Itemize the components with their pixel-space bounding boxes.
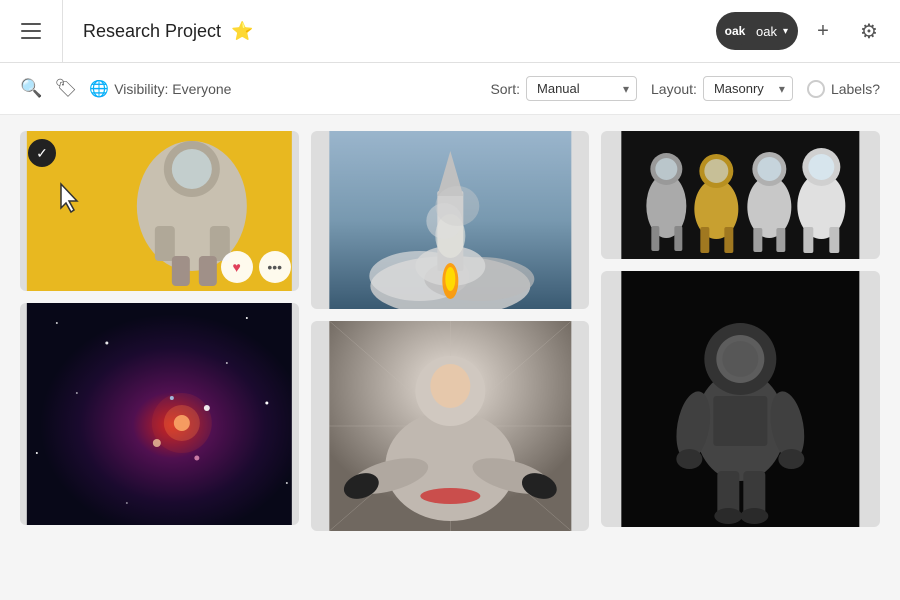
layout-area: Layout: Masonry Grid List — [651, 76, 793, 101]
labels-toggle-area[interactable]: Labels? — [807, 80, 880, 98]
menu-button[interactable] — [0, 0, 63, 63]
sort-label: Sort: — [490, 81, 520, 97]
layout-dropdown-wrapper: Masonry Grid List — [703, 76, 793, 101]
layout-dropdown[interactable]: Masonry Grid List — [703, 76, 793, 101]
settings-button[interactable]: ⚙ — [848, 10, 890, 52]
tag-icon[interactable]: 🏷 — [54, 78, 77, 99]
user-avatar-button[interactable]: oak oak ▾ — [716, 12, 798, 50]
avatar: oak — [720, 16, 750, 46]
toolbar-left: 🔍 🏷 🌐 Visibility: Everyone — [20, 78, 478, 99]
image-card-nebula[interactable] — [20, 303, 299, 525]
chevron-down-icon: ▾ — [783, 26, 788, 37]
masonry-col-1 — [311, 131, 590, 584]
star-icon[interactable]: ⭐ — [231, 21, 253, 42]
header: Research Project ⭐ oak oak ▾ + ⚙ — [0, 0, 900, 63]
project-title: Research Project — [83, 21, 221, 42]
sort-dropdown-wrapper: Manual Date Added Alphabetical — [526, 76, 637, 101]
masonry-col-0: ✓ ♥ ••• — [20, 131, 299, 584]
toolbar-right: Sort: Manual Date Added Alphabetical Lay… — [490, 76, 880, 101]
image-card-woman-spacesuit[interactable] — [311, 321, 590, 531]
header-actions: oak oak ▾ + ⚙ — [716, 10, 900, 52]
card-actions: ♥ ••• — [221, 251, 291, 283]
heart-button[interactable]: ♥ — [221, 251, 253, 283]
globe-icon: 🌐 — [89, 79, 109, 99]
sort-area: Sort: Manual Date Added Alphabetical — [490, 76, 637, 101]
toolbar: 🔍 🏷 🌐 Visibility: Everyone Sort: Manual … — [0, 63, 900, 115]
visibility-label: Visibility: Everyone — [114, 81, 231, 97]
image-card-rocket[interactable] — [311, 131, 590, 309]
masonry-col-2 — [601, 131, 880, 584]
header-title-area: Research Project ⭐ — [63, 21, 716, 42]
avatar-label: oak — [756, 24, 777, 39]
image-card-astronaut-yellow[interactable]: ✓ ♥ ••• — [20, 131, 299, 291]
more-button[interactable]: ••• — [259, 251, 291, 283]
labels-label: Labels? — [831, 81, 880, 97]
search-icon[interactable]: 🔍 — [20, 78, 42, 99]
masonry-grid: ✓ ♥ ••• — [0, 115, 900, 600]
image-card-space-suits[interactable] — [601, 131, 880, 259]
hamburger-icon — [21, 23, 41, 39]
image-card-solo-suit[interactable] — [601, 271, 880, 527]
add-button[interactable]: + — [802, 10, 844, 52]
sort-dropdown[interactable]: Manual Date Added Alphabetical — [526, 76, 637, 101]
card-selected-check[interactable]: ✓ — [28, 139, 56, 167]
layout-label: Layout: — [651, 81, 697, 97]
visibility-control[interactable]: 🌐 Visibility: Everyone — [89, 79, 231, 99]
labels-toggle[interactable] — [807, 80, 825, 98]
